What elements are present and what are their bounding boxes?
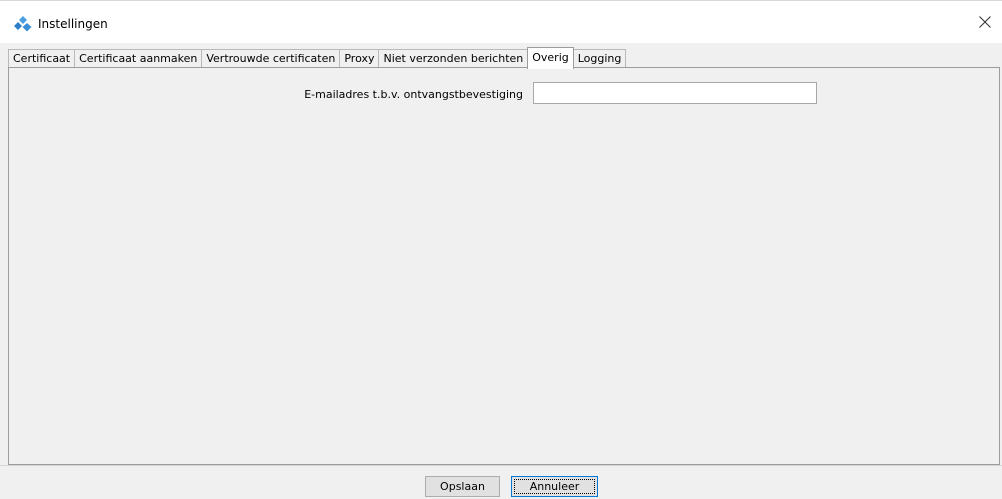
- tab-niet-verzonden-berichten[interactable]: Niet verzonden berichten: [378, 49, 529, 68]
- close-button[interactable]: [968, 5, 1002, 39]
- bottom-divider: [0, 465, 1002, 466]
- cancel-button-label: Annuleer: [529, 480, 580, 493]
- tab-logging[interactable]: Logging: [572, 49, 627, 68]
- settings-dialog: Instellingen Certificaat Certificaat aan…: [0, 0, 1002, 499]
- cancel-button[interactable]: Annuleer: [511, 476, 598, 497]
- title-bar[interactable]: Instellingen: [0, 1, 1002, 43]
- save-button-label: Opslaan: [440, 480, 485, 493]
- tab-overig[interactable]: Overig: [527, 47, 574, 69]
- tab-proxy[interactable]: Proxy: [339, 49, 380, 68]
- tab-vertrouwde-certificaten[interactable]: Vertrouwde certificaten: [201, 49, 341, 68]
- email-field[interactable]: [533, 82, 817, 104]
- tab-certificaat-aanmaken[interactable]: Certificaat aanmaken: [74, 49, 203, 68]
- overig-panel: E-mailadres t.b.v. ontvangstbevestiging: [8, 67, 1000, 465]
- close-icon: [979, 16, 991, 28]
- tab-certificaat[interactable]: Certificaat: [8, 49, 76, 68]
- settings-tabs: Certificaat Certificaat aanmaken Vertrou…: [8, 46, 627, 69]
- window-title: Instellingen: [38, 17, 108, 31]
- save-button[interactable]: Opslaan: [425, 476, 500, 497]
- app-diamond-cluster-icon: [14, 16, 32, 32]
- email-label: E-mailadres t.b.v. ontvangstbevestiging: [304, 88, 523, 101]
